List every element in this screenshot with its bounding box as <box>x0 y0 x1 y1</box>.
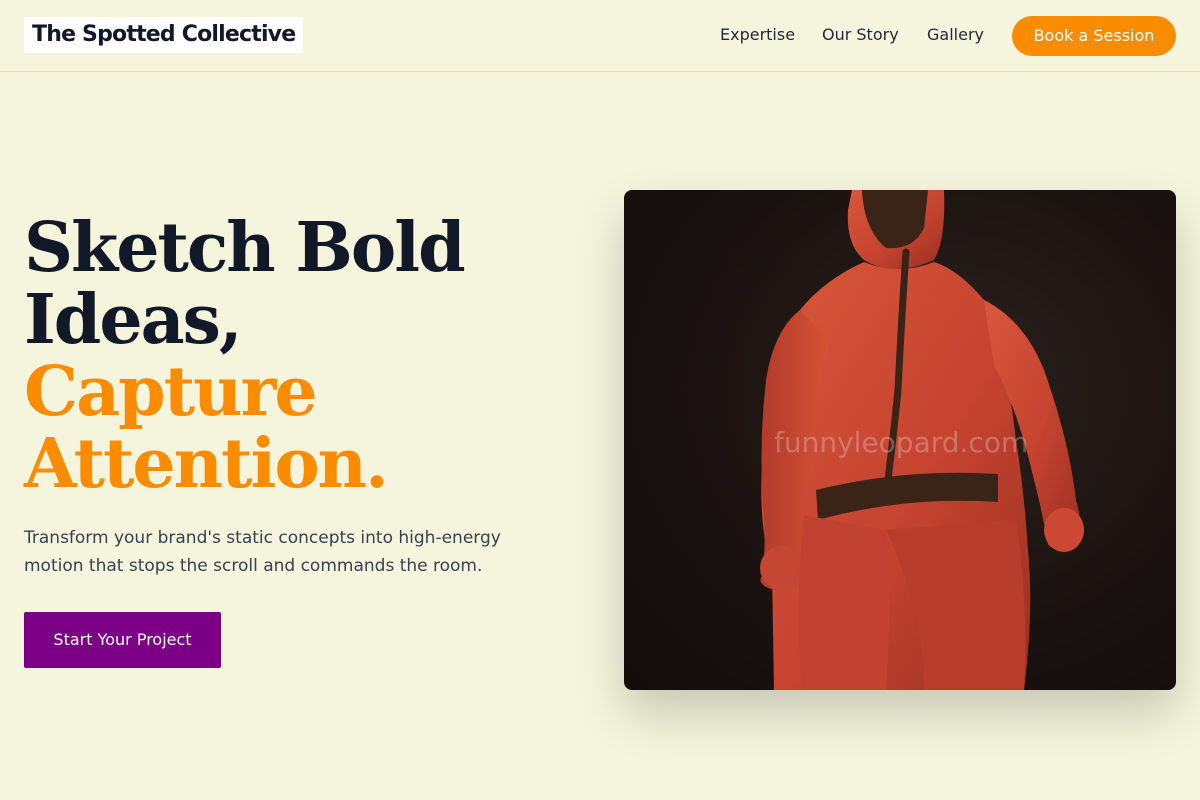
book-session-button[interactable]: Book a Session <box>1012 16 1176 56</box>
nav-link-expertise[interactable]: Expertise <box>720 24 795 46</box>
site-header: The Spotted Collective Expertise Our Sto… <box>0 0 1200 72</box>
hero-title-accent-line: Capture <box>24 352 318 432</box>
site-logo[interactable]: The Spotted Collective <box>24 17 304 53</box>
hero-title-line: Sketch Bold <box>24 208 466 288</box>
hero-image: funnyleopard.com <box>624 190 1176 690</box>
image-watermark: funnyleopard.com <box>774 426 1029 459</box>
start-project-button[interactable]: Start Your Project <box>24 612 221 668</box>
hero-title-accent-line: Attention. <box>24 424 389 504</box>
nav-link-our-story[interactable]: Our Story <box>822 24 899 46</box>
hero-description: Transform your brand's static concepts i… <box>24 528 501 576</box>
hero-title-line: Ideas, <box>24 280 243 360</box>
hero-title: Sketch Bold Ideas, Capture Attention. <box>24 212 584 500</box>
nav-link-gallery[interactable]: Gallery <box>927 24 984 46</box>
